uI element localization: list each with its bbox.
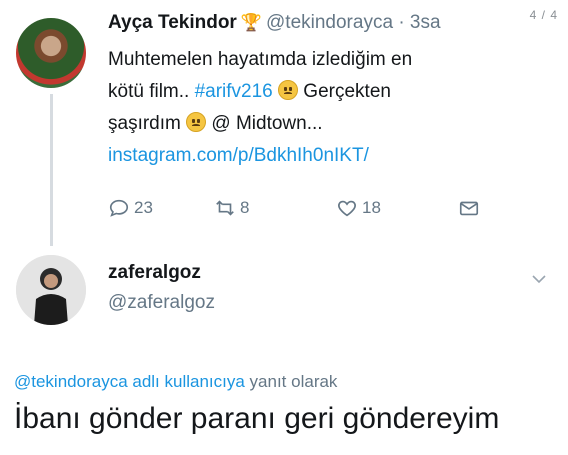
reply-header: zaferalgoz @zaferalgoz [108,262,215,314]
direct-message-button[interactable] [458,197,480,219]
person-silhouette-icon [16,255,86,325]
tweet-line: kötü film.. [108,81,195,102]
like-icon [338,200,356,217]
sad-face-emoji [278,80,299,100]
reply-author-handle[interactable]: @zaferalgoz [108,292,215,314]
tweet-header: Ayça Tekindor 🏆 @tekindorayca · 3sa [108,12,441,34]
author-name[interactable]: Ayça Tekindor [108,12,237,33]
tweet-line: şaşırdım [108,113,187,134]
retweet-count: 8 [240,198,250,217]
tweet-line: Muhtemelen hayatımda izlediğim en [108,49,413,70]
reply-author-name[interactable]: zaferalgoz [108,262,215,284]
author-handle[interactable]: @tekindorayca [266,12,393,33]
like-button[interactable]: 18 [336,197,381,219]
timestamp[interactable]: 3sa [410,12,441,33]
replying-to: @tekindorayca adlı kullanıcıya yanıt ola… [14,372,337,392]
avatar[interactable] [16,255,86,325]
thread-line [50,94,53,246]
original-tweet[interactable]: Ayça Tekindor 🏆 @tekindorayca · 3sa Muhtem… [0,0,568,246]
tweet-actions: 23 8 18 [108,197,488,223]
reply-button[interactable]: 23 [108,197,153,219]
replying-to-suffix: yanıt olarak [244,372,338,391]
retweet-icon [216,200,234,216]
reply-icon [109,199,129,217]
retweet-button[interactable]: 8 [214,197,249,219]
mail-icon [459,201,479,216]
location-text: @ Midtown... [206,113,323,134]
avatar[interactable] [16,18,86,88]
chevron-down-icon[interactable] [530,270,548,288]
separator: · [398,12,405,33]
worried-face-emoji [186,112,207,132]
reply-text: İbanı gönder paranı geri göndereyim [14,402,500,435]
replying-to-user-link[interactable]: @tekindorayca adlı kullanıcıya [14,372,245,391]
like-count: 18 [362,198,381,217]
reply-count: 23 [134,198,153,217]
hashtag-link[interactable]: #arifv216 [195,81,273,102]
tweet-text: Muhtemelen hayatımda izlediğim en kötü f… [108,44,528,172]
trophy-icon: 🏆 [240,13,262,32]
instagram-link[interactable]: instagram.com/p/BdkhIh0nIKT/ [108,140,528,172]
tweet-line: Gerçekten [298,81,391,102]
